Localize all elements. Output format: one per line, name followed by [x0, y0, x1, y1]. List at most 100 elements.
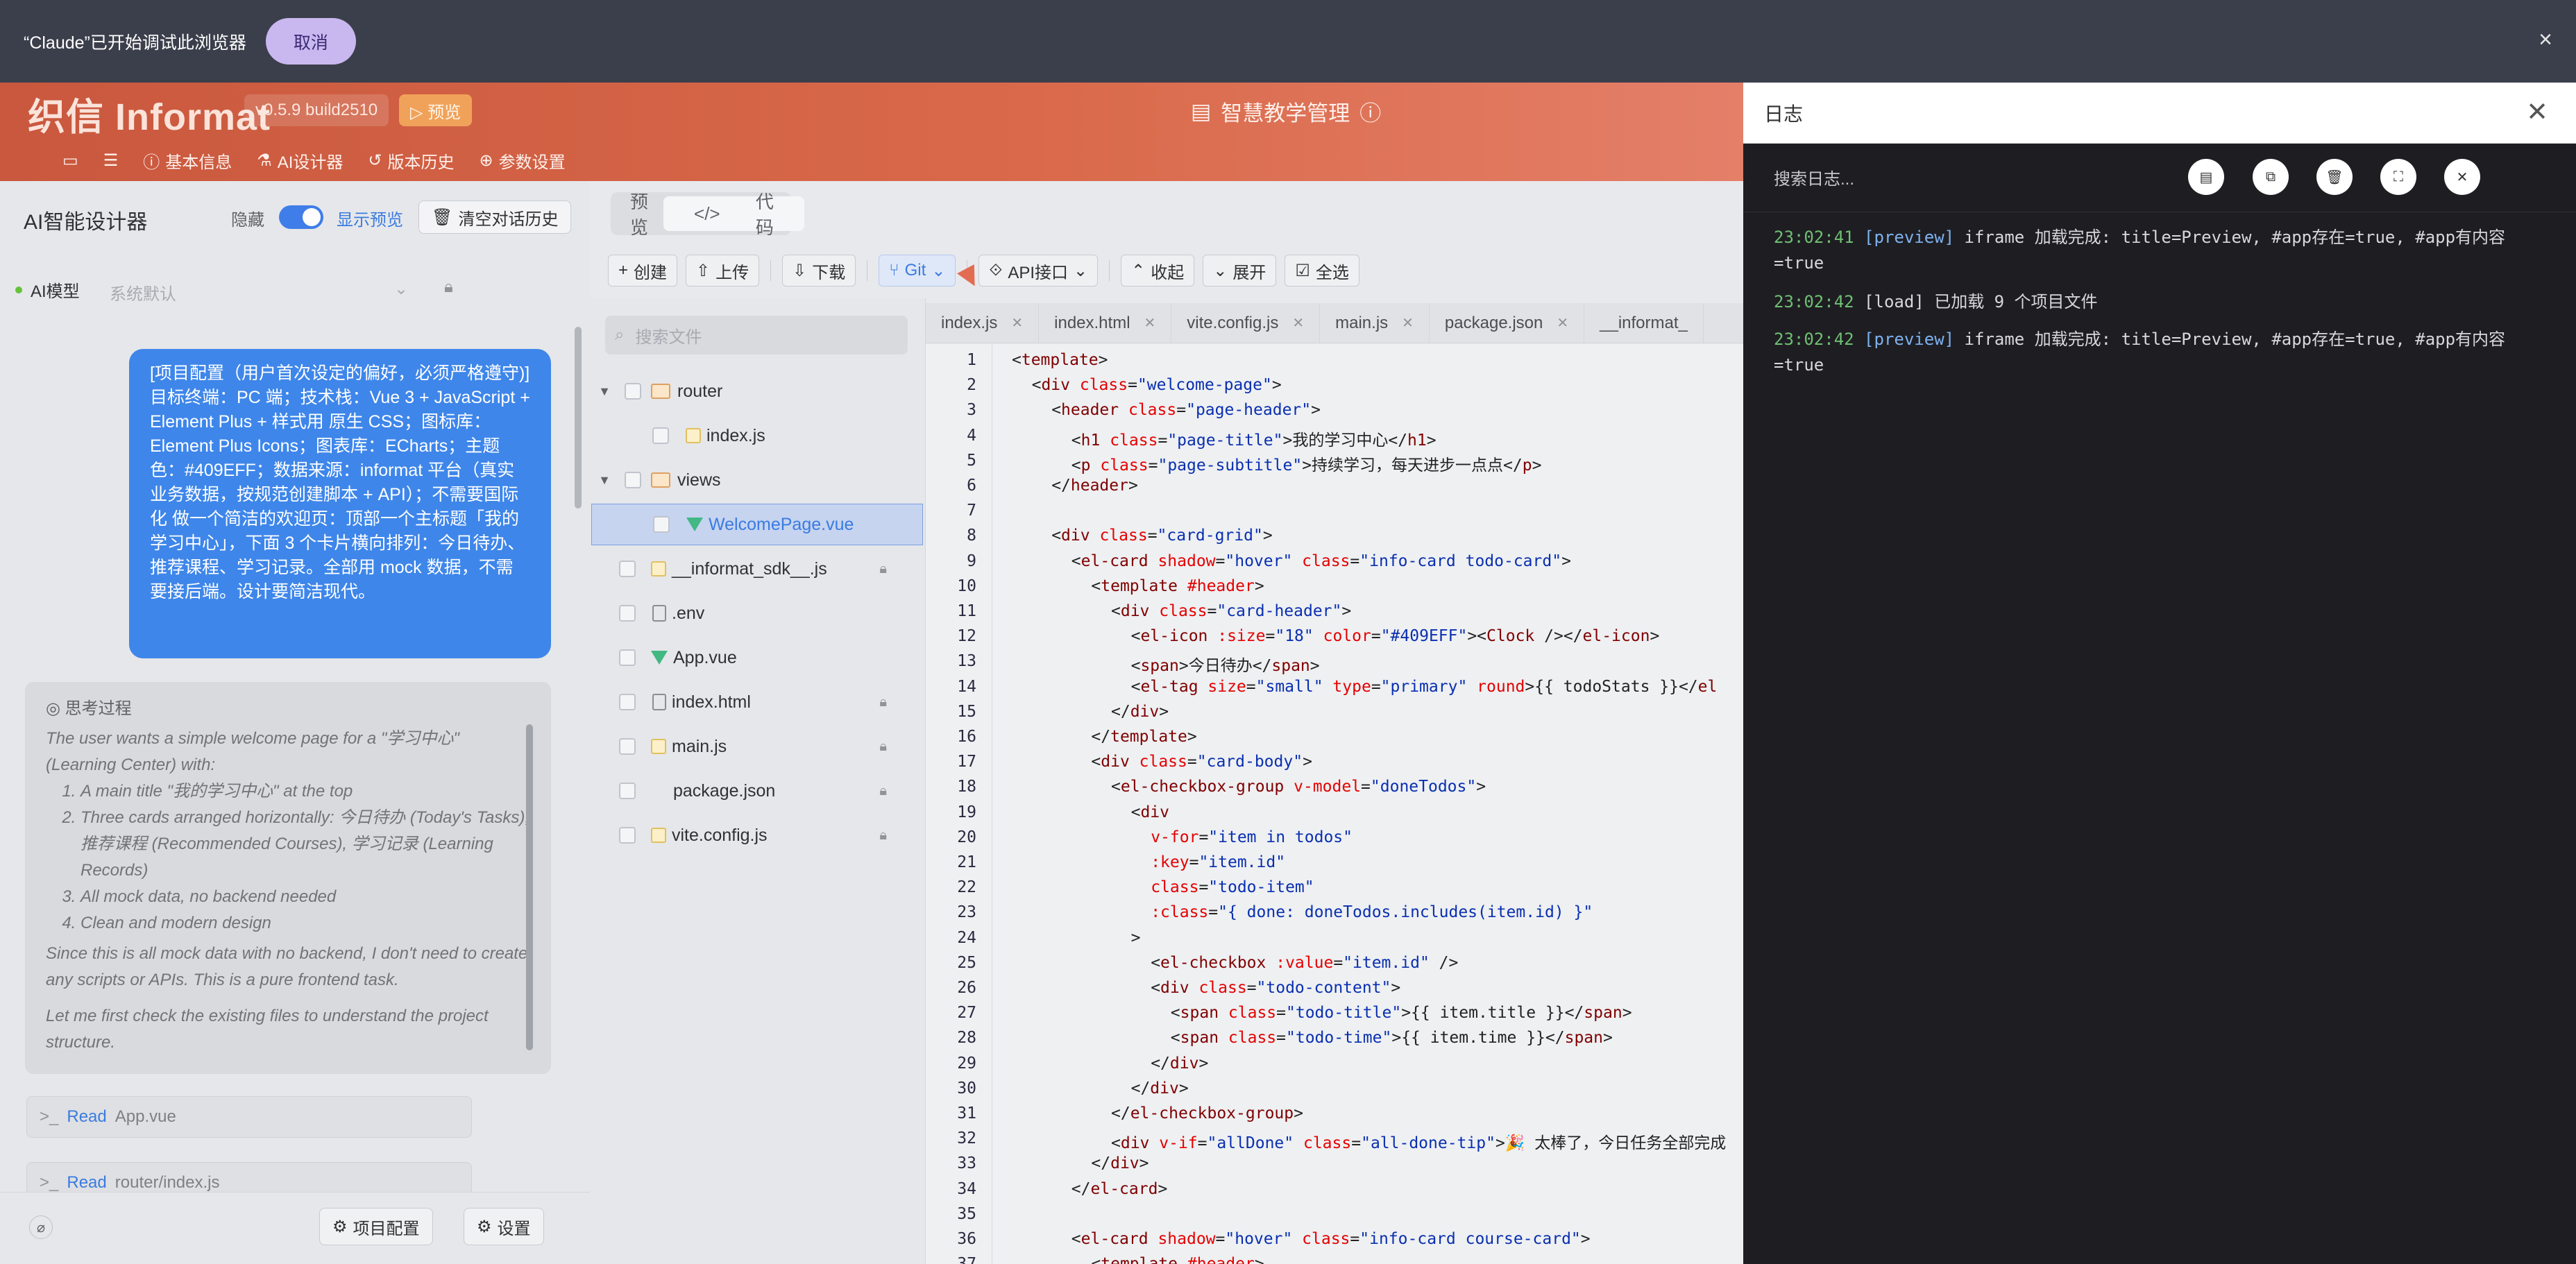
close-icon[interactable]: ✕: [1144, 314, 1156, 332]
tree-file-welcomepage[interactable]: WelcomePage.vue: [591, 504, 923, 545]
project-config-button[interactable]: ⚙ 项目配置: [319, 1208, 433, 1245]
fullscreen-icon[interactable]: ⛶: [2380, 159, 2416, 195]
checkbox[interactable]: [619, 738, 636, 755]
preview-toggle[interactable]: [279, 205, 323, 229]
line-number: 35: [957, 1204, 976, 1223]
api-dropdown[interactable]: ⟐ API接口 ⌄: [978, 255, 1099, 287]
code-line: <el-card shadow="hover" class="info-card…: [1071, 552, 1571, 570]
checkbox[interactable]: [625, 472, 641, 488]
thinking-scrollbar[interactable]: [526, 724, 533, 1050]
lock-icon[interactable]: 🔒︎: [444, 277, 453, 297]
model-select[interactable]: 系统默认: [110, 280, 176, 305]
code-editor[interactable]: 1 2 3 4 5 6 7 8 9 10 11 12 13 14 15 16 17 18 19 20 21 22 23 24 2…: [926, 344, 1743, 1264]
tree-file-index-js[interactable]: index.js: [591, 415, 923, 456]
settings-button[interactable]: ⚙ 设置: [464, 1208, 544, 1245]
collapse-button[interactable]: ⌃ 收起: [1121, 255, 1195, 287]
editor-tab[interactable]: __informat_: [1584, 302, 1704, 343]
checkbox[interactable]: [619, 827, 636, 844]
attachment-icon[interactable]: ⌀: [29, 1215, 53, 1239]
checkbox[interactable]: [619, 561, 636, 577]
code-line: <div class="welcome-page">: [1031, 376, 1282, 395]
upload-button[interactable]: ⇧ 上传: [686, 255, 760, 287]
close-icon[interactable]: ✕: [1557, 314, 1568, 332]
editor-tab[interactable]: package.json ✕: [1430, 302, 1585, 343]
history-icon: ↺: [368, 151, 382, 170]
checkbox[interactable]: [619, 694, 636, 710]
line-number: 26: [957, 979, 976, 997]
lock-icon: 🔒︎: [879, 783, 887, 798]
code-line: <span class="todo-title">{{ item.title }…: [1170, 1004, 1632, 1023]
code-line: <span>今日待办</span>: [1130, 657, 1320, 676]
js-file-icon: [651, 561, 666, 577]
read-tool-call[interactable]: >_ Read App.vue: [26, 1096, 472, 1138]
tree-file-env[interactable]: .env: [591, 592, 923, 634]
create-button[interactable]: + 创建: [608, 255, 678, 287]
nav-parameters[interactable]: ⊕ 参数设置: [480, 148, 566, 173]
code-line: <div v-if="allDone" class="all-done-tip"…: [1111, 1134, 1727, 1153]
tree-folder-router[interactable]: ▼ router: [591, 370, 923, 412]
checkbox[interactable]: [653, 516, 670, 533]
show-preview-label: 显示预览: [337, 211, 403, 230]
app-title: ▤ 智慧教学管理 ⓘ: [1191, 96, 1381, 127]
code-line: </el-checkbox-group>: [1111, 1104, 1303, 1122]
tree-file-app-vue[interactable]: App.vue: [591, 637, 923, 678]
code-line: <div class="card-body">: [1091, 753, 1312, 771]
code-line: <template #header>: [1091, 1255, 1264, 1264]
gear-icon: ⚙: [332, 1217, 348, 1236]
cancel-debug-button[interactable]: 取消: [265, 18, 356, 65]
close-icon[interactable]: ✕: [2526, 96, 2548, 128]
tree-file-sdk[interactable]: __informat_sdk__.js 🔒︎: [591, 548, 923, 590]
file-search-input[interactable]: ⌕ 搜索文件: [605, 316, 908, 355]
help-icon[interactable]: ⓘ: [1359, 96, 1381, 127]
chevron-down-icon[interactable]: ⌄: [394, 279, 408, 299]
checkbox[interactable]: [619, 605, 636, 622]
editor-tab[interactable]: main.js ✕: [1320, 302, 1430, 343]
tab-preview[interactable]: 预览: [615, 191, 663, 238]
download-icon: ⇩: [793, 261, 807, 280]
nav-basic-info[interactable]: ⓘ 基本信息: [143, 148, 232, 173]
close-icon[interactable]: ✕: [2444, 159, 2480, 195]
list-icon[interactable]: ☰: [103, 148, 119, 173]
select-all-button[interactable]: ☑ 全选: [1285, 255, 1359, 287]
tab-code[interactable]: </> 代码: [663, 191, 804, 238]
checkbox[interactable]: [652, 427, 669, 444]
export-icon[interactable]: ▤: [2188, 159, 2224, 195]
nav-ai-designer[interactable]: ⚗ AI设计器: [257, 148, 343, 173]
git-dropdown[interactable]: ⑂ Git ⌄: [879, 255, 956, 287]
trash-icon[interactable]: 🗑: [2316, 159, 2353, 195]
line-number: 3: [967, 401, 976, 420]
chat-scrollbar[interactable]: [575, 327, 582, 509]
log-search-input[interactable]: 搜索日志...: [1774, 165, 1854, 189]
checkbox[interactable]: [619, 783, 636, 799]
chevron-down-icon: ⌄: [931, 261, 946, 280]
checkbox[interactable]: [625, 383, 641, 400]
close-icon[interactable]: ✕: [1011, 314, 1023, 332]
preview-button[interactable]: ▷ 预览: [399, 94, 473, 126]
code-line: </header>: [1051, 477, 1138, 495]
tree-file-package-json[interactable]: package.json 🔒︎: [591, 770, 923, 812]
log-header: 日志 ✕: [1743, 83, 2576, 144]
close-banner-icon[interactable]: ×: [2539, 26, 2552, 53]
editor-tab[interactable]: index.html ✕: [1039, 302, 1172, 343]
tree-file-vite-config[interactable]: vite.config.js 🔒︎: [591, 814, 923, 856]
code-line: <p class="page-subtitle">持续学习，每天进步一点点</p…: [1071, 456, 1542, 475]
status-dot: [15, 286, 22, 293]
tree-file-main-js[interactable]: main.js 🔒︎: [591, 726, 923, 767]
copy-icon[interactable]: ⧉: [2253, 159, 2289, 195]
checkbox[interactable]: [619, 649, 636, 666]
close-icon[interactable]: ✕: [1402, 314, 1414, 332]
layout-icon[interactable]: ▭: [62, 148, 78, 173]
tree-file-index-html[interactable]: index.html 🔒︎: [591, 681, 923, 723]
nav-version-history[interactable]: ↺ 版本历史: [368, 148, 454, 173]
vue-file-icon: [686, 518, 703, 531]
clear-history-button[interactable]: 🗑 清空对话历史: [418, 200, 572, 234]
tree-folder-views[interactable]: ▼ views: [591, 459, 923, 501]
expand-button[interactable]: ⌄ 展开: [1203, 255, 1277, 287]
editor-tab[interactable]: vite.config.js ✕: [1171, 302, 1321, 343]
code-line: <el-tag size="small" type="primary" roun…: [1130, 677, 1718, 696]
chevron-down-icon: ⌄: [1074, 261, 1088, 280]
download-button[interactable]: ⇩ 下载: [782, 255, 856, 287]
close-icon[interactable]: ✕: [1292, 314, 1304, 332]
editor-tab[interactable]: index.js ✕: [926, 302, 1040, 343]
thinking-list: A main title "我的学习中心" at the top Three c…: [46, 778, 530, 937]
